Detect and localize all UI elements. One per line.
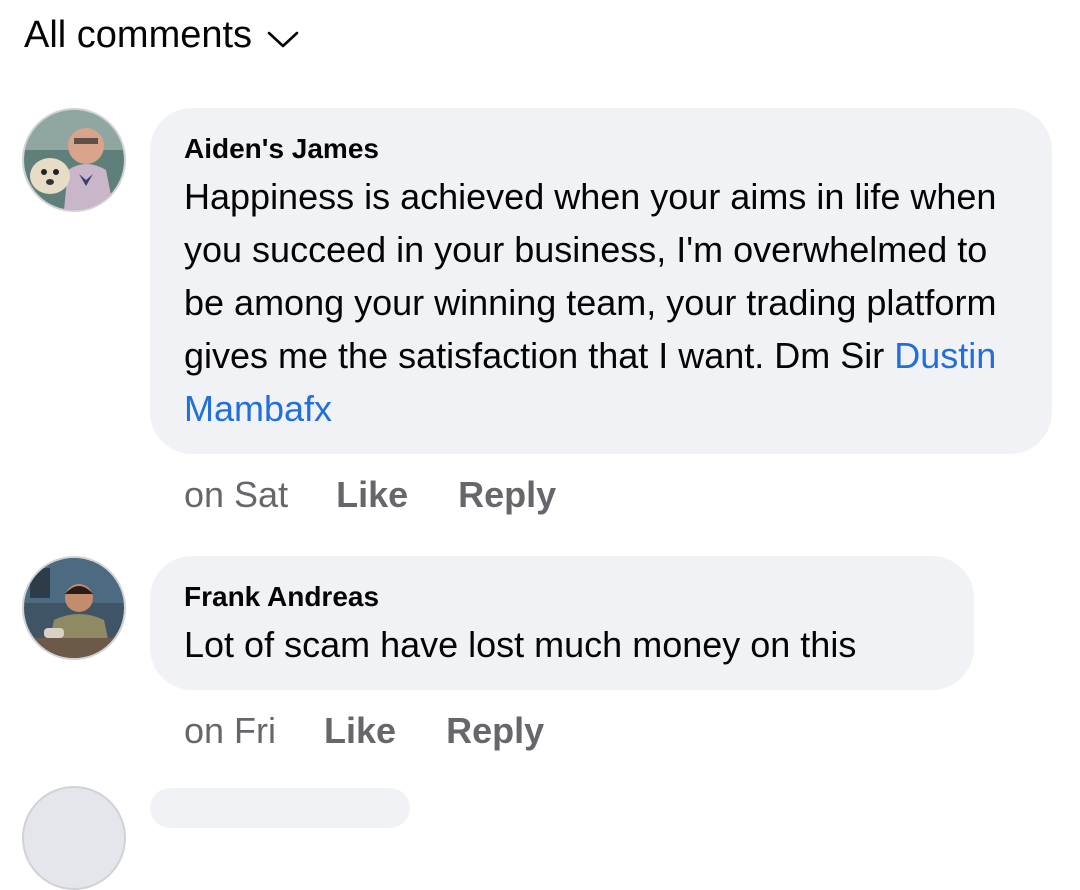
avatar[interactable] xyxy=(22,108,126,212)
comment-bubble: Aiden's James Happiness is achieved when… xyxy=(150,108,1052,454)
comments-filter-label: All comments xyxy=(24,14,253,56)
comments-filter-dropdown[interactable]: All comments xyxy=(24,14,300,57)
like-button[interactable]: Like xyxy=(324,710,396,752)
avatar[interactable] xyxy=(22,786,126,890)
reply-button[interactable]: Reply xyxy=(446,710,544,752)
avatar-photo-icon xyxy=(24,110,124,210)
comment-timestamp[interactable]: on Sat xyxy=(184,474,288,516)
avatar-photo-icon xyxy=(24,558,124,658)
comment-bubble xyxy=(150,788,410,828)
comment-actions: on Fri Like Reply xyxy=(184,710,594,752)
comment-text: Lot of scam have lost much money on this xyxy=(184,624,857,665)
avatar[interactable] xyxy=(22,556,126,660)
chevron-down-icon xyxy=(267,31,299,47)
comment-body: Happiness is achieved when your aims in … xyxy=(184,176,997,376)
comment-author[interactable]: Aiden's James xyxy=(184,132,1018,166)
comment-actions: on Sat Like Reply xyxy=(184,474,606,516)
comment-bubble: Frank Andreas Lot of scam have lost much… xyxy=(150,556,974,690)
comment-text: Happiness is achieved when your aims in … xyxy=(184,170,1018,435)
reply-button[interactable]: Reply xyxy=(458,474,556,516)
like-button[interactable]: Like xyxy=(336,474,408,516)
comment-author[interactable]: Frank Andreas xyxy=(184,580,940,614)
comment-timestamp[interactable]: on Fri xyxy=(184,710,276,752)
